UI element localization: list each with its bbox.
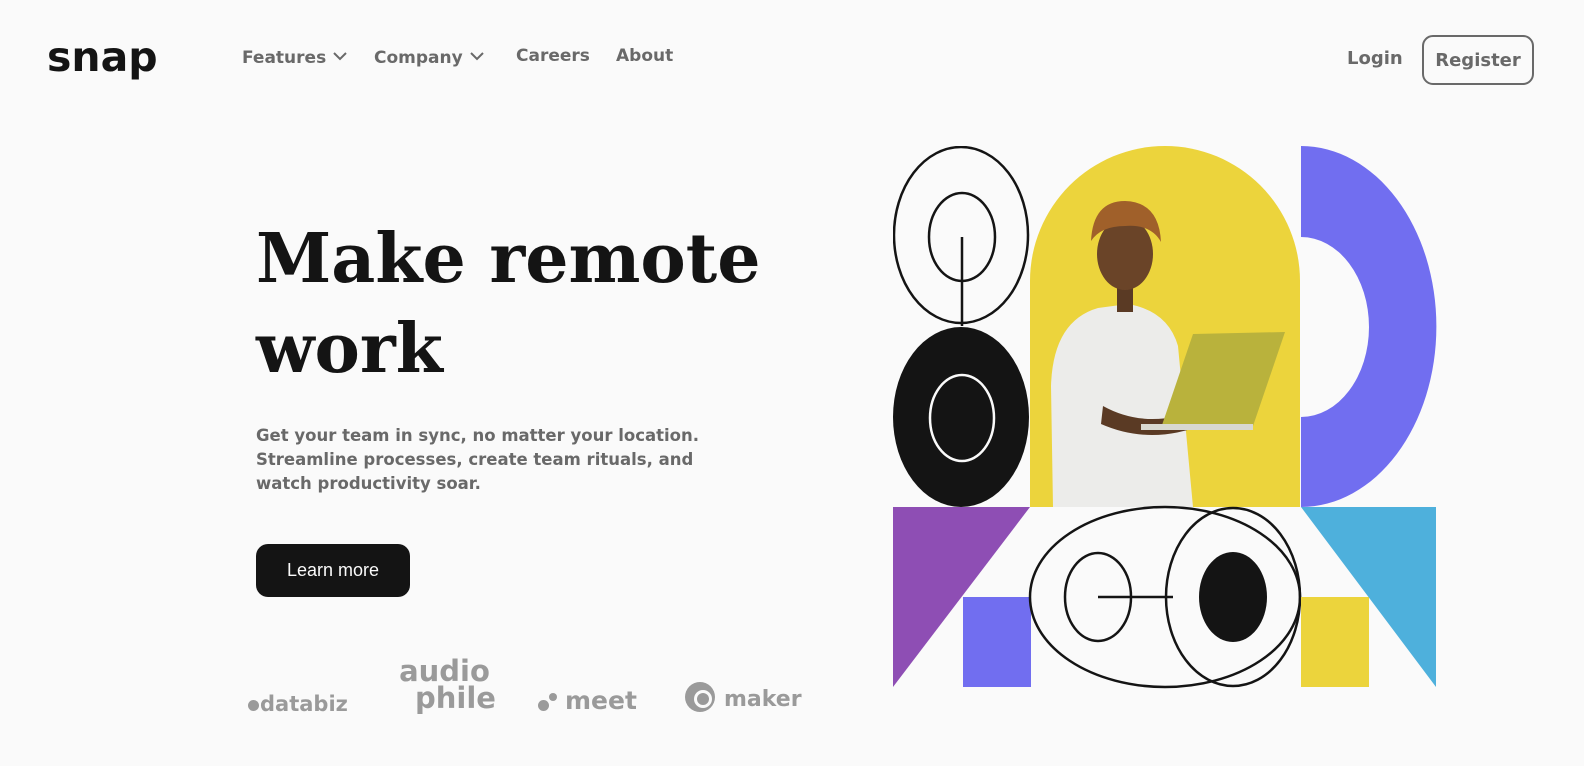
- nav-item-about[interactable]: About: [616, 46, 673, 66]
- hero-subtext: Get your team in sync, no matter your lo…: [256, 426, 700, 493]
- yellow-arch-photo: [1030, 146, 1300, 507]
- client-logo-audiophile: audio phile: [399, 654, 496, 715]
- nav-item-label: Features: [242, 48, 327, 68]
- learn-more-button[interactable]: Learn more: [256, 544, 410, 597]
- black-circle-shape: [893, 327, 1029, 507]
- client-logo-databiz: databiz: [248, 692, 348, 716]
- chevron-down-icon: [469, 46, 484, 66]
- register-button[interactable]: Register: [1422, 35, 1534, 85]
- hero-headline: Make remote work: [256, 214, 776, 394]
- yellow-square-shape: [1301, 597, 1369, 687]
- outlined-pill-shape: [1028, 505, 1302, 689]
- blue-violet-square-shape: [963, 597, 1031, 687]
- meet-dot-icon: [538, 700, 549, 711]
- headline-line-1: Make remote: [256, 219, 761, 299]
- blue-violet-d-shape: [1301, 146, 1437, 507]
- nav-item-company[interactable]: Company: [374, 46, 484, 68]
- client-logo-meet: meet: [538, 686, 637, 715]
- databiz-dot-icon: [248, 700, 259, 711]
- hero-illustration: [893, 146, 1437, 689]
- snap-logo[interactable]: snap: [47, 33, 158, 81]
- maker-swirl-icon: [685, 682, 715, 712]
- outlined-circle-shape: [893, 146, 1030, 326]
- headline-line-2: work: [256, 309, 443, 389]
- nav-item-features[interactable]: Features: [242, 46, 347, 68]
- chevron-down-icon: [333, 46, 347, 66]
- client-logo-maker: maker: [684, 681, 802, 713]
- nav-item-careers[interactable]: Careers: [516, 46, 590, 66]
- nav-item-label: Company: [374, 48, 463, 68]
- login-link[interactable]: Login: [1347, 48, 1403, 69]
- meet-dot-icon: [549, 693, 557, 701]
